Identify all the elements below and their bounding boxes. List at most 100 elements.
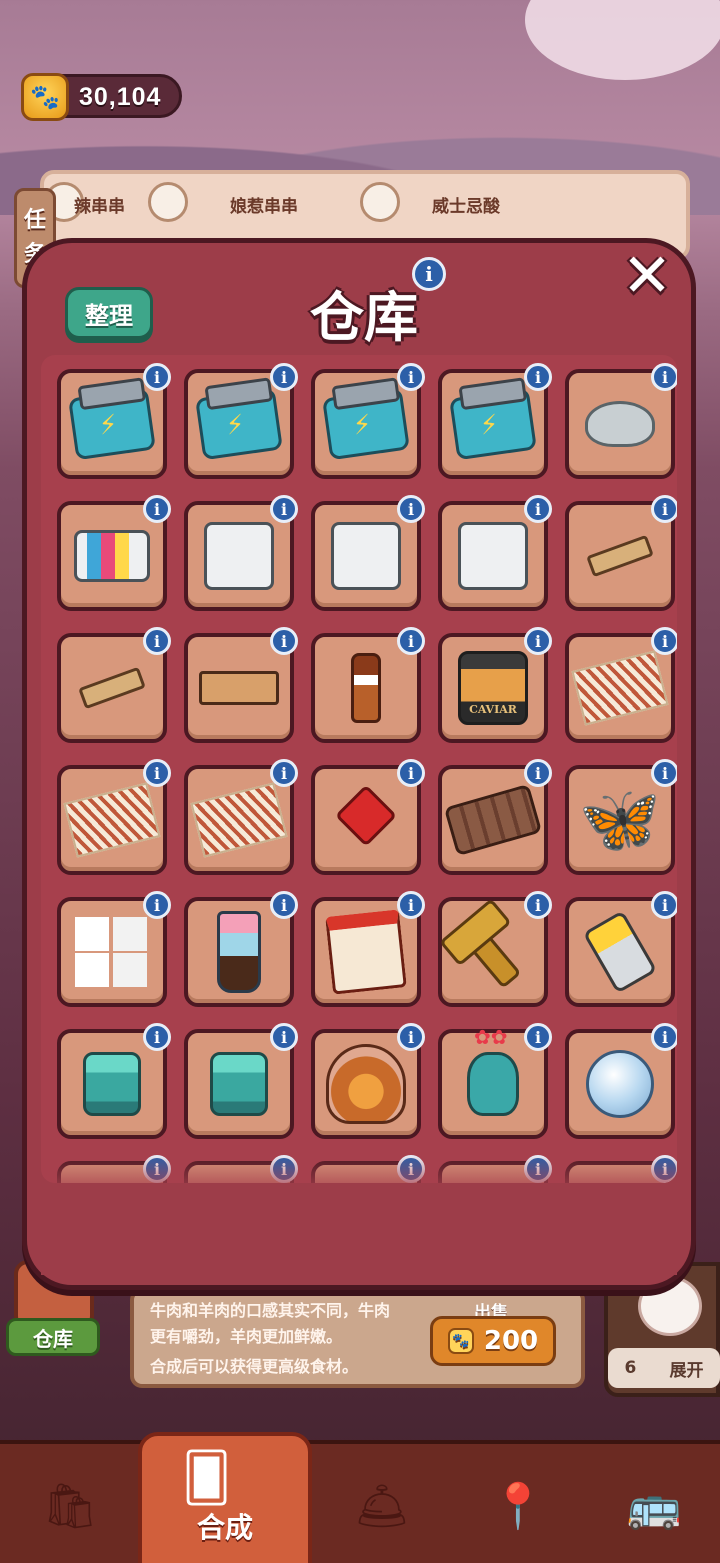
red-scroll-icon [325, 909, 407, 995]
inventory-slot[interactable]: i [57, 759, 171, 875]
caviar-jar-icon: CAVIAR [458, 651, 528, 725]
info-icon[interactable]: i [397, 363, 425, 391]
info-icon[interactable]: i [524, 759, 552, 787]
info-icon[interactable]: i [524, 495, 552, 523]
inventory-slot[interactable]: i [311, 891, 425, 1007]
inventory-slot[interactable]: i [565, 363, 677, 479]
info-icon[interactable]: i [651, 891, 677, 919]
wood-clamps-icon [78, 666, 146, 710]
info-icon[interactable]: i [143, 759, 171, 787]
wooden-mallet-icon [464, 927, 522, 989]
battery-box-icon [68, 387, 156, 461]
expand-label-row: 6 展开 [608, 1348, 720, 1388]
inventory-slot[interactable]: i [184, 363, 298, 479]
info-icon[interactable]: i [397, 1023, 425, 1051]
inventory-slot[interactable]: CAVIAR i [438, 627, 552, 743]
info-icon[interactable]: i [270, 495, 298, 523]
info-icon[interactable]: i [524, 627, 552, 655]
inventory-slot[interactable]: i [565, 495, 677, 611]
nav-map[interactable]: 📍 [458, 1456, 578, 1556]
inventory-slot[interactable]: i [57, 495, 171, 611]
inventory-slot[interactable]: i [438, 1023, 552, 1139]
nav-merge[interactable]: 🂠 合成 [138, 1432, 312, 1563]
expand-count: 6 [624, 1358, 637, 1378]
nav-shop[interactable]: 🛍 [10, 1456, 130, 1556]
inventory-slot[interactable]: i [565, 1023, 677, 1139]
info-icon[interactable]: i [143, 627, 171, 655]
inventory-slot[interactable]: 🦋 i [565, 759, 677, 875]
inventory-slot[interactable]: i [565, 627, 677, 743]
background-moon [525, 0, 720, 80]
inventory-slot[interactable]: i [57, 363, 171, 479]
info-icon[interactable]: i [270, 1023, 298, 1051]
info-icon[interactable]: i [651, 1023, 677, 1051]
order-label-3: 威士忌酸 [432, 197, 500, 217]
info-icon[interactable]: i [397, 495, 425, 523]
info-icon[interactable]: i [143, 1023, 171, 1051]
inventory-slot[interactable]: i [184, 495, 298, 611]
info-icon[interactable]: i [270, 891, 298, 919]
order-label-1: 辣串串 [74, 197, 125, 217]
inventory-slot[interactable]: i [311, 495, 425, 611]
info-icon[interactable]: i [270, 363, 298, 391]
paw-coin-icon: 🐾 [447, 1328, 474, 1354]
layered-drink-icon [217, 911, 261, 993]
ceramic-pot-icon [585, 401, 655, 447]
chinese-knot-icon [334, 784, 398, 847]
grid-fade [41, 1155, 677, 1183]
inventory-slot[interactable]: i [57, 627, 171, 743]
inventory-slot[interactable]: i [184, 891, 298, 1007]
info-icon[interactable]: i [397, 891, 425, 919]
info-icon[interactable]: i [651, 627, 677, 655]
inventory-slot[interactable]: i [184, 759, 298, 875]
info-icon[interactable]: i [524, 891, 552, 919]
bottle-rack-icon [199, 671, 279, 705]
inventory-slot[interactable]: i [438, 495, 552, 611]
teal-canister-icon [83, 1052, 141, 1116]
inventory-slot[interactable]: i [565, 891, 677, 1007]
battery-box-icon [195, 387, 283, 461]
sauce-bottle-icon [351, 653, 381, 723]
info-icon[interactable]: i [412, 257, 446, 291]
info-icon[interactable]: i [270, 627, 298, 655]
info-icon[interactable]: i [143, 891, 171, 919]
info-icon[interactable]: i [143, 363, 171, 391]
info-icon[interactable]: i [524, 1023, 552, 1051]
info-icon[interactable]: i [651, 363, 677, 391]
dried-jerky-icon [190, 782, 288, 858]
sell-price: 200 [483, 1326, 539, 1356]
inventory-slot[interactable]: i [438, 759, 552, 875]
info-icon[interactable]: i [397, 627, 425, 655]
inventory-slot[interactable]: i [438, 363, 552, 479]
dried-jerky-icon [63, 782, 161, 858]
currency-bar: 🐾 30,104 [21, 73, 182, 121]
nav-merge-label: 合成 [196, 1511, 253, 1544]
crystal-ball-icon [586, 1050, 654, 1118]
task-tab-char-1: 任 [23, 208, 46, 233]
inventory-slot[interactable]: i [311, 1023, 425, 1139]
info-icon[interactable]: i [143, 495, 171, 523]
inventory-grid: iiiiiiiiiiiiiCAVIARiiiiii🦋iiiiiiiiiiiiii… [41, 355, 677, 1183]
ink-cartridges-icon [74, 530, 150, 582]
inventory-slot[interactable]: i [57, 1023, 171, 1139]
inventory-slot[interactable]: i [184, 627, 298, 743]
inventory-slot[interactable]: i [311, 363, 425, 479]
inventory-slot[interactable]: i [311, 627, 425, 743]
nav-service[interactable]: 🛎 [322, 1456, 442, 1556]
close-icon[interactable]: ✕ [608, 246, 686, 306]
info-icon[interactable]: i [524, 363, 552, 391]
inventory-slot[interactable]: i [438, 891, 552, 1007]
printer-icon [331, 522, 401, 590]
inventory-slot[interactable]: i [57, 891, 171, 1007]
battery-box-icon [322, 387, 410, 461]
wood-clamp-icon [586, 534, 654, 578]
info-icon[interactable]: i [651, 759, 677, 787]
info-icon[interactable]: i [270, 759, 298, 787]
inventory-slot[interactable]: i [184, 1023, 298, 1139]
nav-bus[interactable]: 🚌 [594, 1456, 714, 1556]
sell-button[interactable]: 🐾 200 [430, 1316, 556, 1366]
inventory-slot[interactable]: i [311, 759, 425, 875]
teal-canister-icon [210, 1052, 268, 1116]
info-icon[interactable]: i [397, 759, 425, 787]
info-icon[interactable]: i [651, 495, 677, 523]
